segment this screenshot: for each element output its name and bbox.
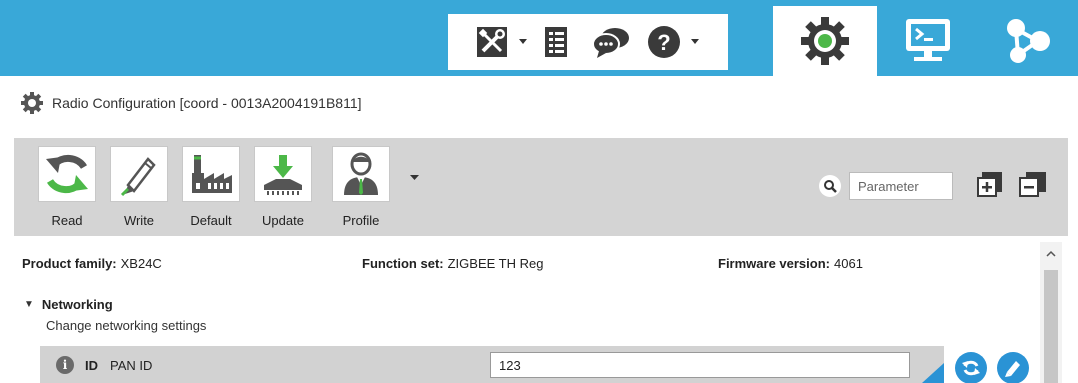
function-set: Function set: ZIGBEE TH Reg: [362, 256, 543, 271]
help-menu-caret[interactable]: [688, 14, 702, 70]
gear-icon: [21, 92, 43, 114]
update-icon: [264, 155, 302, 195]
device-info-row: Product family: XB24C Function set: ZIGBEE…: [22, 256, 1032, 278]
tools-menu-caret[interactable]: [516, 14, 530, 70]
default-button[interactable]: Default: [182, 146, 240, 228]
chat-icon[interactable]: [588, 14, 634, 70]
tools-icon[interactable]: [472, 14, 512, 70]
modified-corner-indicator: [922, 363, 944, 383]
collapse-all-button[interactable]: [1018, 170, 1048, 198]
update-button[interactable]: Update: [254, 146, 312, 228]
pencil-icon: [1005, 361, 1020, 377]
networking-section-header[interactable]: ▼ Networking: [24, 297, 113, 312]
tools-toolbox: ?: [448, 14, 728, 70]
read-param-button[interactable]: [955, 352, 987, 383]
search-icon[interactable]: [819, 175, 841, 197]
param-name: PAN ID: [110, 358, 153, 373]
console-icon: [906, 19, 950, 61]
top-bar: ?: [0, 0, 1078, 76]
page-title: Radio Configuration [coord - 0013A200419…: [52, 95, 362, 111]
svg-text:?: ?: [657, 30, 670, 55]
default-label: Default: [190, 213, 232, 228]
firmware-version-value: 4061: [834, 256, 863, 271]
document-icon[interactable]: [538, 14, 574, 70]
expand-all-icon: [977, 172, 1002, 197]
expand-triangle-icon[interactable]: ▼: [24, 299, 34, 310]
write-button[interactable]: Write: [110, 146, 168, 228]
tab-configuration[interactable]: [773, 6, 877, 76]
vertical-scrollbar[interactable]: [1040, 242, 1062, 383]
read-icon: [46, 155, 88, 193]
pencil-icon: [120, 157, 156, 197]
profile-button[interactable]: Profile: [332, 146, 390, 228]
parameter-search-input[interactable]: [849, 172, 953, 200]
product-family-value: XB24C: [120, 256, 162, 271]
expand-all-button[interactable]: [976, 170, 1004, 198]
factory-icon: [192, 155, 232, 193]
write-param-button[interactable]: [997, 352, 1029, 383]
refresh-icon: [962, 360, 980, 376]
param-row-id: i ID PAN ID: [40, 346, 944, 383]
pan-id-input[interactable]: [490, 352, 910, 378]
profile-label: Profile: [342, 213, 380, 228]
tab-consoles[interactable]: [880, 6, 976, 76]
firmware-version-label: Firmware version:: [718, 256, 830, 271]
collapse-all-icon: [1019, 172, 1046, 197]
update-label: Update: [262, 213, 304, 228]
function-set-label: Function set:: [362, 256, 444, 271]
gear-icon: [801, 17, 849, 65]
param-code: ID: [85, 358, 98, 373]
window-title-row: Radio Configuration [coord - 0013A200419…: [20, 90, 362, 116]
help-icon[interactable]: ?: [644, 14, 684, 70]
scroll-up-arrow[interactable]: [1040, 248, 1062, 262]
network-icon: [1007, 19, 1050, 63]
more-actions-caret[interactable]: [410, 168, 419, 186]
read-label: Read: [51, 213, 83, 228]
action-toolbar: Read Write Default Update Profile Parame…: [14, 138, 1068, 236]
read-button[interactable]: Read: [38, 146, 96, 228]
section-title: Networking: [41, 297, 113, 312]
profile-icon: [344, 152, 378, 195]
function-set-value: ZIGBEE TH Reg: [447, 256, 544, 271]
parameter-search: [819, 172, 953, 200]
write-label: Write: [123, 213, 155, 228]
info-icon[interactable]: i: [56, 356, 74, 374]
section-description: Change networking settings: [46, 318, 207, 333]
chevron-down-icon: [410, 175, 419, 180]
product-family: Product family: XB24C: [22, 256, 162, 271]
product-family-label: Product family:: [22, 256, 117, 271]
firmware-version: Firmware version: 4061: [718, 256, 863, 271]
tab-network[interactable]: [980, 6, 1076, 76]
scrollbar-thumb[interactable]: [1044, 270, 1058, 383]
